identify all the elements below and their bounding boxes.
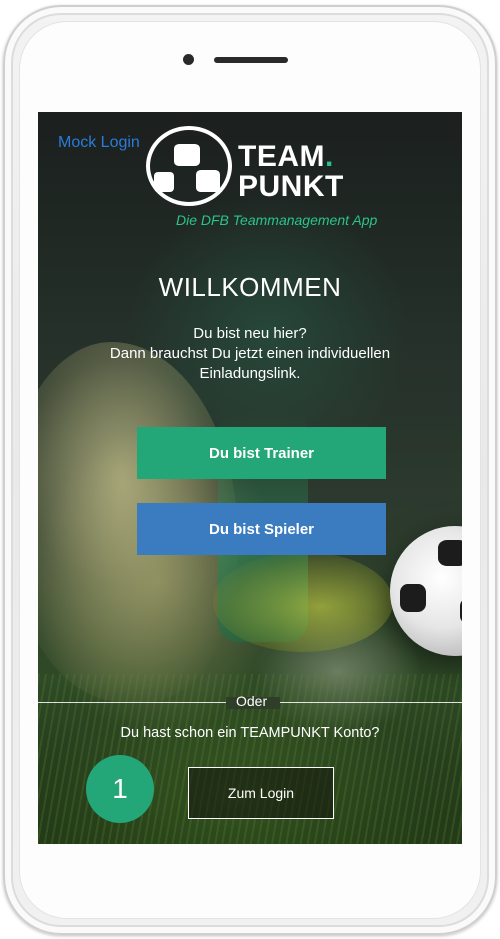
login-button[interactable]: Zum Login bbox=[188, 767, 334, 819]
intro-line: Du bist neu hier? bbox=[193, 325, 307, 342]
teampunkt-logo: TEAM. PUNKT Die DFB Teammanagement App bbox=[146, 126, 396, 236]
logo-wordmark-line1: TEAM. bbox=[238, 140, 334, 173]
welcome-title: WILLKOMMEN bbox=[158, 272, 342, 302]
mock-login-link[interactable]: Mock Login bbox=[58, 134, 140, 152]
background-boot-image bbox=[213, 552, 393, 652]
front-camera-icon bbox=[183, 54, 194, 65]
speaker-grille-icon bbox=[214, 57, 288, 63]
logo-wordmark-line2: PUNKT bbox=[238, 170, 344, 203]
football-logo-icon bbox=[146, 126, 232, 206]
intro-line: Einladungslink. bbox=[199, 365, 301, 382]
spieler-button[interactable]: Du bist Spieler bbox=[137, 503, 386, 555]
intro-line: Dann brauchst Du jetzt einen individuell… bbox=[109, 345, 391, 362]
app-screen: Mock Login TEAM. PUNKT Die DFB Teammanag… bbox=[38, 112, 462, 844]
logo-tagline: Die DFB Teammanagement App bbox=[176, 212, 378, 228]
step-badge: 1 bbox=[86, 755, 154, 823]
intro-text: Du bist neu hier? Dann brauchst Du jetzt… bbox=[58, 324, 442, 384]
divider-label: Oder bbox=[236, 693, 268, 709]
trainer-button[interactable]: Du bist Trainer bbox=[137, 427, 386, 479]
background-football-image bbox=[390, 526, 462, 656]
account-question: Du hast schon ein TEAMPUNKT Konto? bbox=[120, 725, 380, 741]
